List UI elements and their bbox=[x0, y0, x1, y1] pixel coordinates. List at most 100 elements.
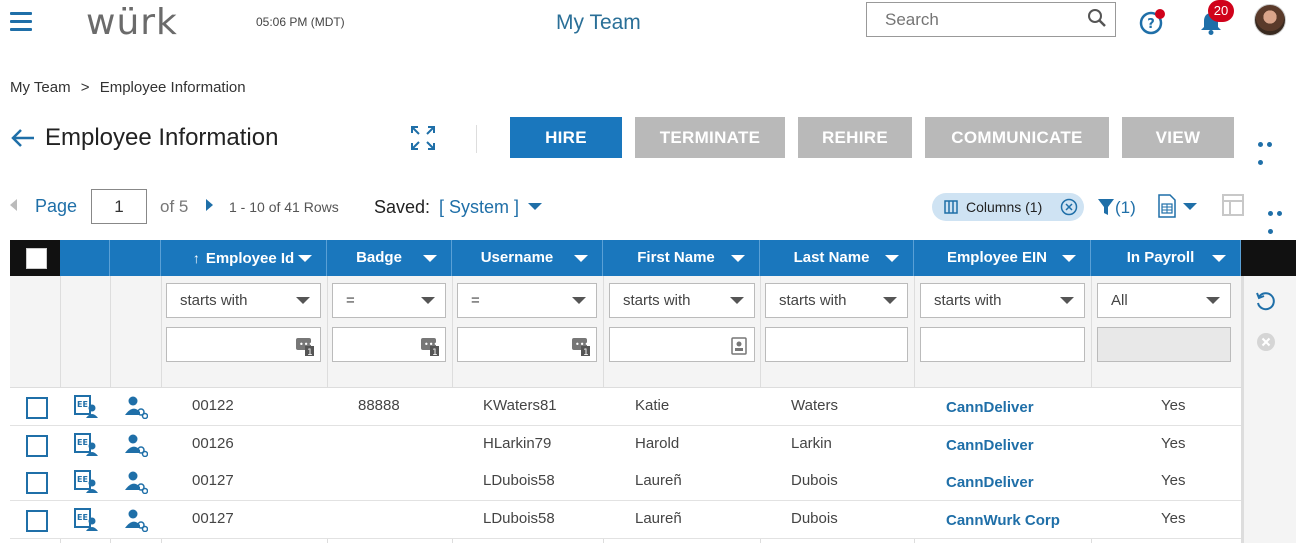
column-header-employee-id[interactable]: ↑ Employee Id bbox=[161, 240, 327, 276]
cell-first-name: Laureñ bbox=[635, 472, 682, 489]
terminate-button[interactable]: TERMINATE bbox=[635, 117, 785, 158]
column-header-first-name[interactable]: First Name bbox=[603, 240, 760, 276]
employee-record-icon[interactable]: EE bbox=[74, 394, 98, 418]
contact-card-icon[interactable] bbox=[730, 336, 748, 356]
filter-operator-last-name[interactable]: starts with bbox=[765, 283, 908, 318]
expand-icon[interactable] bbox=[410, 125, 436, 151]
filter-operator-badge[interactable]: = bbox=[332, 283, 446, 318]
filter-value-username[interactable]: ••• 1 bbox=[457, 327, 597, 362]
search-input[interactable] bbox=[866, 2, 1116, 37]
cell-in-payroll: Yes bbox=[1161, 397, 1186, 414]
filter-operator-in-payroll[interactable]: All bbox=[1097, 283, 1231, 318]
chevron-down-icon[interactable] bbox=[731, 255, 745, 262]
hire-button[interactable]: HIRE bbox=[510, 117, 622, 158]
communicate-button[interactable]: COMMUNICATE bbox=[925, 117, 1109, 158]
svg-text:1: 1 bbox=[307, 348, 313, 356]
header-select-all bbox=[10, 240, 60, 276]
chevron-down-icon bbox=[572, 297, 586, 304]
select-all-checkbox[interactable] bbox=[26, 248, 47, 269]
page-label: Page bbox=[35, 196, 78, 216]
cell-employee-id: 00127 bbox=[192, 472, 234, 489]
clock: 05:06 PM (MDT) bbox=[256, 15, 345, 29]
page-number-input[interactable] bbox=[91, 189, 147, 224]
row-checkbox[interactable] bbox=[26, 472, 48, 494]
header-icon-col-1 bbox=[60, 240, 110, 276]
cell-employee-ein-link[interactable]: CannDeliver bbox=[946, 426, 1034, 464]
breadcrumb-my-team[interactable]: My Team bbox=[10, 79, 71, 96]
column-header-badge[interactable]: Badge bbox=[327, 240, 452, 276]
menu-icon[interactable] bbox=[10, 12, 32, 34]
filter-value-last-name[interactable] bbox=[765, 327, 908, 362]
close-icon[interactable] bbox=[1060, 198, 1078, 216]
user-link-icon[interactable] bbox=[124, 395, 148, 419]
filter-operator-first-name[interactable]: starts with bbox=[609, 283, 755, 318]
row-checkbox[interactable] bbox=[26, 435, 48, 457]
filter-operator-username[interactable]: = bbox=[457, 283, 597, 318]
more-options-icon[interactable] bbox=[1268, 203, 1294, 234]
table-row[interactable]: EE 00122 88888 KWaters81 Katie Waters Ca… bbox=[10, 388, 1241, 426]
filter-operator-employee-ein[interactable]: starts with bbox=[920, 283, 1085, 318]
chevron-down-icon[interactable] bbox=[1212, 255, 1226, 262]
back-arrow-icon[interactable] bbox=[10, 126, 36, 150]
column-header-in-payroll[interactable]: In Payroll bbox=[1091, 240, 1241, 276]
number-pad-icon[interactable]: •••1 bbox=[572, 336, 590, 356]
top-bar: würk 05:06 PM (MDT) My Team ? 20 bbox=[0, 0, 1296, 50]
number-pad-icon[interactable]: •••1 bbox=[296, 336, 314, 356]
chevron-down-icon[interactable] bbox=[298, 255, 312, 262]
cell-username: HLarkin79 bbox=[483, 435, 552, 452]
employee-grid: ↑ Employee Id Badge Username First Name L… bbox=[10, 240, 1296, 543]
chevron-down-icon[interactable] bbox=[1183, 203, 1197, 210]
filter-value-employee-ein[interactable] bbox=[920, 327, 1085, 362]
filter-icon[interactable] bbox=[1097, 197, 1115, 217]
chevron-down-icon[interactable] bbox=[528, 203, 542, 210]
column-header-username[interactable]: Username bbox=[452, 240, 603, 276]
chevron-down-icon[interactable] bbox=[574, 255, 588, 262]
layout-icon[interactable] bbox=[1222, 194, 1246, 218]
more-actions-icon[interactable] bbox=[1258, 134, 1284, 165]
table-row[interactable]: EE 00126 HLarkin79 Harold Larkin CannDel… bbox=[10, 426, 1241, 464]
filter-count[interactable]: (1) bbox=[1115, 198, 1136, 218]
svg-text:EE: EE bbox=[77, 513, 88, 522]
table-row[interactable]: EE 00127 LDubois58 Laureñ Dubois CannWur… bbox=[10, 501, 1241, 539]
number-pad-icon[interactable]: •••1 bbox=[421, 336, 439, 356]
view-button[interactable]: VIEW bbox=[1122, 117, 1234, 158]
user-link-icon[interactable] bbox=[124, 433, 148, 457]
user-link-icon[interactable] bbox=[124, 470, 148, 494]
next-page-icon[interactable] bbox=[206, 199, 213, 211]
column-header-employee-ein[interactable]: Employee EIN bbox=[914, 240, 1091, 276]
filter-operator-employee-id[interactable]: starts with bbox=[166, 283, 321, 318]
employee-record-icon[interactable]: EE bbox=[74, 507, 98, 531]
help-icon[interactable]: ? bbox=[1138, 8, 1166, 36]
cell-username: KWaters81 bbox=[483, 397, 557, 414]
filter-value-first-name[interactable] bbox=[609, 327, 755, 362]
employee-record-icon[interactable]: EE bbox=[74, 469, 98, 493]
cell-last-name: Dubois bbox=[791, 472, 838, 489]
cell-employee-ein-link[interactable]: CannDeliver bbox=[946, 388, 1034, 426]
saved-view-select[interactable]: [ System ] bbox=[439, 197, 519, 218]
svg-text:1: 1 bbox=[583, 348, 589, 356]
app-logo[interactable]: würk bbox=[86, 2, 178, 43]
chevron-down-icon bbox=[1060, 297, 1074, 304]
rehire-button[interactable]: REHIRE bbox=[798, 117, 912, 158]
cell-employee-ein-link[interactable]: CannDeliver bbox=[946, 463, 1034, 501]
saved-label: Saved: bbox=[374, 197, 431, 217]
column-header-last-name[interactable]: Last Name bbox=[760, 240, 914, 276]
reset-icon[interactable] bbox=[1254, 290, 1276, 312]
avatar[interactable] bbox=[1254, 4, 1286, 36]
cell-first-name: Harold bbox=[635, 435, 680, 452]
search-icon[interactable] bbox=[1087, 8, 1107, 28]
filter-value-badge[interactable]: ••• 1 bbox=[332, 327, 446, 362]
user-link-icon[interactable] bbox=[124, 508, 148, 532]
chevron-down-icon[interactable] bbox=[423, 255, 437, 262]
cell-employee-ein-link[interactable]: CannWurk Corp bbox=[946, 501, 1060, 539]
chevron-down-icon[interactable] bbox=[885, 255, 899, 262]
employee-record-icon[interactable]: EE bbox=[74, 432, 98, 456]
previous-page-icon[interactable] bbox=[10, 199, 17, 211]
filter-value-employee-id[interactable]: ••• 1 bbox=[166, 327, 321, 362]
row-checkbox[interactable] bbox=[26, 397, 48, 419]
row-checkbox[interactable] bbox=[26, 510, 48, 532]
filter-row: starts with = = starts with starts with … bbox=[10, 276, 1296, 418]
export-icon[interactable] bbox=[1157, 194, 1177, 218]
table-row[interactable]: EE 00127 LDubois58 Laureñ Dubois CannDel… bbox=[10, 463, 1241, 501]
chevron-down-icon[interactable] bbox=[1062, 255, 1076, 262]
